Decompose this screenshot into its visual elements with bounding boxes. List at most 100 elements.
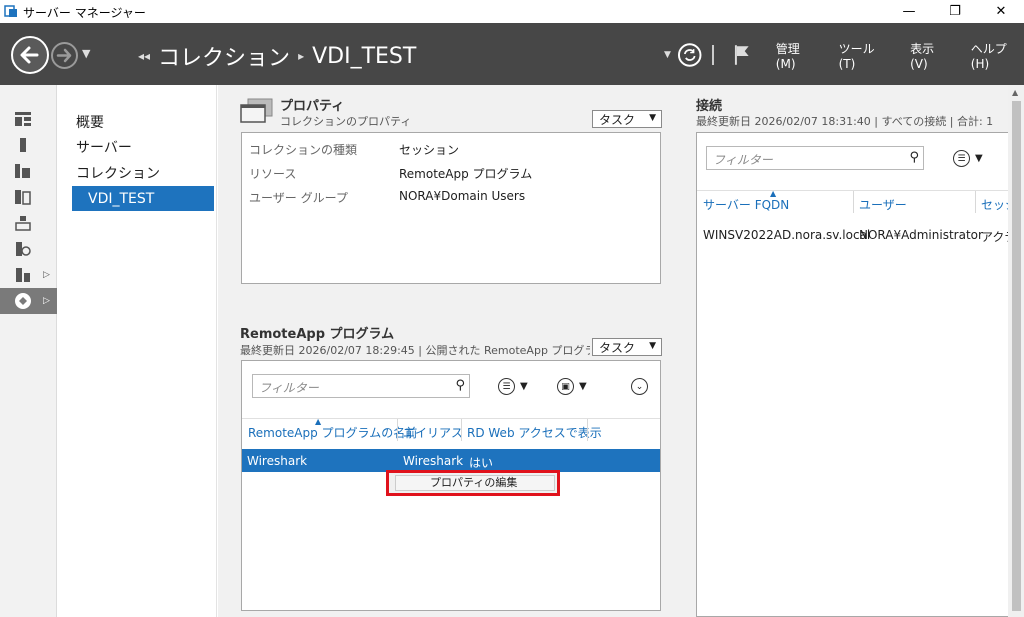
table-row-selected[interactable]: Wireshark Wireshark はい	[242, 449, 660, 472]
forward-button[interactable]	[51, 42, 78, 69]
column-divider[interactable]	[397, 419, 398, 441]
properties-title: プロパティ	[280, 99, 345, 114]
divider	[242, 418, 660, 419]
filter-placeholder: フィルター	[713, 153, 773, 167]
server-icon	[20, 138, 26, 152]
cell-show-in-rdweb: はい	[469, 456, 494, 470]
context-menu: プロパティの編集	[386, 470, 560, 496]
column-divider[interactable]	[853, 191, 854, 213]
save-query-button[interactable]: ▣ ▼	[557, 378, 587, 395]
rail-remote-desktop-services[interactable]: ▷	[0, 288, 57, 314]
column-session-state[interactable]: セッシ	[981, 196, 1009, 213]
notifications-flag-icon[interactable]	[732, 43, 755, 67]
cell-session-state[interactable]: アクテ	[981, 228, 1009, 245]
back-button[interactable]	[11, 36, 49, 74]
column-divider[interactable]	[975, 191, 976, 213]
connections-subtitle: 最終更新日 2026/02/07 18:31:40 | すべての接続 | 合計:…	[696, 115, 994, 128]
nav-vdi-test[interactable]: VDI_TEST	[72, 186, 214, 211]
search-icon[interactable]: ⚲	[909, 150, 919, 165]
cell-program-name: Wireshark	[247, 454, 308, 468]
task-label: タスク	[599, 112, 636, 127]
nav-collections[interactable]: コレクション	[72, 160, 214, 185]
minimize-button[interactable]: —	[886, 0, 932, 23]
forward-arrow-icon	[56, 48, 72, 63]
chevron-down-icon: ▼	[649, 113, 656, 123]
column-divider[interactable]	[461, 419, 462, 441]
chevron-left-icon[interactable]: ◂◂	[138, 49, 150, 63]
search-icon[interactable]: ⚲	[455, 378, 465, 393]
navigation-pane: 概要 サーバー コレクション VDI_TEST	[57, 85, 217, 617]
rail-wsus[interactable]: ▷	[0, 262, 57, 288]
connections-title: 接続	[696, 99, 723, 114]
expand-arrow-icon[interactable]: ▷	[43, 296, 50, 306]
column-show-in-rdweb[interactable]: RD Web アクセスで表示	[467, 424, 602, 441]
back-arrow-icon	[20, 46, 39, 64]
prop-value-resource: RemoteApp プログラム	[399, 167, 533, 181]
refresh-icon[interactable]	[677, 42, 702, 68]
prop-key-resource: リソース	[249, 167, 297, 181]
cell-server-fqdn[interactable]: WINSV2022AD.nora.sv.local	[703, 228, 870, 242]
icon-rail: ▷ ▷	[0, 85, 57, 617]
vertical-scrollbar[interactable]: ▲	[1008, 85, 1024, 617]
properties-icon	[240, 98, 273, 123]
connections-filter-input[interactable]: フィルター ⚲	[706, 146, 924, 170]
prop-key-collection-type: コレクションの種類	[249, 143, 358, 157]
connections-panel: フィルター ⚲ ☰▼ ▲ サーバー FQDN ユーザー セッシ WINSV202…	[696, 132, 1009, 617]
server-manager-icon	[4, 5, 17, 17]
filter-placeholder: フィルター	[259, 381, 319, 395]
dashboard-icon	[15, 112, 31, 126]
expand-collapse-button[interactable]: ⌄	[631, 378, 653, 395]
chevron-down-icon: ▼	[649, 341, 656, 351]
toolbar-divider	[712, 45, 715, 65]
close-button[interactable]: ✕	[978, 0, 1024, 23]
window-title: サーバー マネージャー	[23, 6, 146, 20]
list-options-button[interactable]: ☰ ▼	[953, 150, 983, 167]
remoteapp-subtitle: 最終更新日 2026/02/07 18:29:45 | 公開された Remote…	[240, 344, 590, 357]
menu-view[interactable]: 表示(V)	[910, 40, 951, 71]
rail-all-servers[interactable]	[0, 158, 57, 184]
list-icon: ☰	[953, 150, 970, 167]
scroll-up-icon[interactable]: ▲	[1012, 88, 1018, 97]
scrollbar-thumb[interactable]	[1012, 101, 1021, 611]
nav-overview[interactable]: 概要	[72, 109, 214, 134]
edit-properties-menu-item[interactable]: プロパティの編集	[395, 475, 555, 491]
menu-help[interactable]: ヘルプ(H)	[971, 40, 1024, 71]
header-bar: ▼ ◂◂ コレクション ▸ VDI_TEST ▼ 管理(M) ツール(T) 表示…	[0, 23, 1024, 85]
rail-file-services[interactable]	[0, 184, 57, 210]
file-services-icon	[15, 190, 31, 205]
nav-servers[interactable]: サーバー	[72, 134, 214, 159]
chevron-down-icon: ▼	[520, 381, 528, 392]
properties-task-button[interactable]: タスク ▼	[592, 110, 662, 128]
list-icon: ☰	[498, 378, 515, 395]
maximize-button[interactable]: ❐	[932, 0, 978, 23]
rail-local-server[interactable]	[0, 132, 57, 158]
column-alias[interactable]: エイリアス	[403, 424, 463, 441]
prop-key-user-group: ユーザー グループ	[249, 191, 348, 205]
iis-icon	[15, 216, 31, 231]
task-label: タスク	[599, 340, 636, 355]
breadcrumb-collections[interactable]: コレクション	[158, 40, 290, 72]
breadcrumb-vdi-test: VDI_TEST	[312, 43, 417, 69]
column-user[interactable]: ユーザー	[859, 196, 907, 213]
column-server-fqdn[interactable]: サーバー FQDN	[703, 196, 789, 213]
chevron-down-icon: ▼	[975, 153, 983, 164]
prop-value-user-group: NORA¥Domain Users	[399, 189, 526, 203]
column-program-name[interactable]: RemoteApp プログラムの名前	[248, 424, 417, 441]
rail-dashboard[interactable]	[0, 106, 57, 132]
rail-iis[interactable]	[0, 210, 57, 236]
list-options-button[interactable]: ☰ ▼	[498, 378, 528, 395]
cell-alias: Wireshark	[403, 454, 464, 468]
chevron-right-icon: ▸	[298, 49, 305, 63]
menu-manage[interactable]: 管理(M)	[776, 40, 819, 71]
menu-tools[interactable]: ツール(T)	[839, 40, 891, 71]
wsus-icon	[16, 268, 30, 282]
cell-user[interactable]: NORA¥Administrator	[859, 228, 983, 242]
column-divider[interactable]	[587, 419, 588, 441]
remoteapp-filter-input[interactable]: フィルター ⚲	[252, 374, 470, 398]
dropdown-icon[interactable]: ▼	[664, 50, 671, 60]
rail-remote-access[interactable]	[0, 236, 57, 262]
remoteapp-title: RemoteApp プログラム	[240, 327, 395, 342]
remoteapp-task-button[interactable]: タスク ▼	[592, 338, 662, 356]
history-dropdown-icon[interactable]: ▼	[82, 47, 90, 60]
expand-arrow-icon[interactable]: ▷	[43, 270, 50, 280]
